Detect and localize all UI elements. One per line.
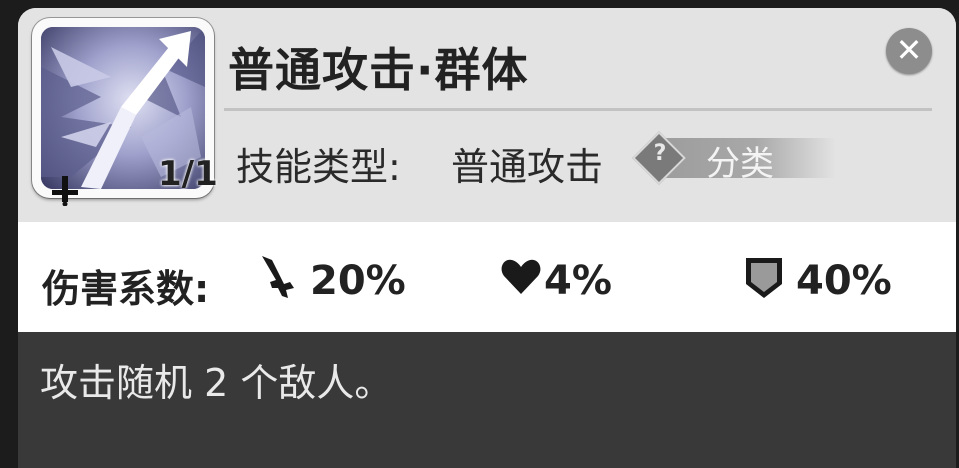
damage-coefficient-label: 伤害系数: xyxy=(42,267,210,311)
skill-detail-panel: 1/1 普通攻击·群体 技能类型: 普通攻击 ? 分类 ✕ 伤害系数: 20% xyxy=(18,8,956,468)
header-divider xyxy=(224,108,932,111)
skill-description: 攻击随机 2 个敌人。 xyxy=(40,361,393,405)
category-label: 分类 xyxy=(706,144,774,184)
close-button[interactable]: ✕ xyxy=(886,28,932,74)
skill-header: 1/1 普通攻击·群体 技能类型: 普通攻击 ? 分类 ✕ xyxy=(18,8,956,222)
attack-value: 20% xyxy=(310,258,406,304)
skill-title: 普通攻击·群体 xyxy=(228,43,529,97)
skill-type-value: 普通攻击 xyxy=(451,145,604,189)
category-tag[interactable]: ? 分类 xyxy=(632,131,836,185)
hp-value: 4% xyxy=(544,258,612,304)
skill-level: 1/1 xyxy=(158,154,218,194)
skill-icon-frame: 1/1 xyxy=(32,18,218,207)
sword-element-icon xyxy=(50,176,80,207)
heart-icon xyxy=(500,254,542,304)
damage-stats-row: 伤害系数: 20% 4% 40% xyxy=(18,222,956,332)
skill-type-label: 技能类型: xyxy=(236,145,401,189)
skill-description-box: 攻击随机 2 个敌人。 xyxy=(18,332,956,468)
defense-value: 40% xyxy=(796,258,892,304)
question-icon: ? xyxy=(653,141,667,166)
sword-icon xyxy=(258,254,298,304)
shield-icon xyxy=(742,254,786,306)
